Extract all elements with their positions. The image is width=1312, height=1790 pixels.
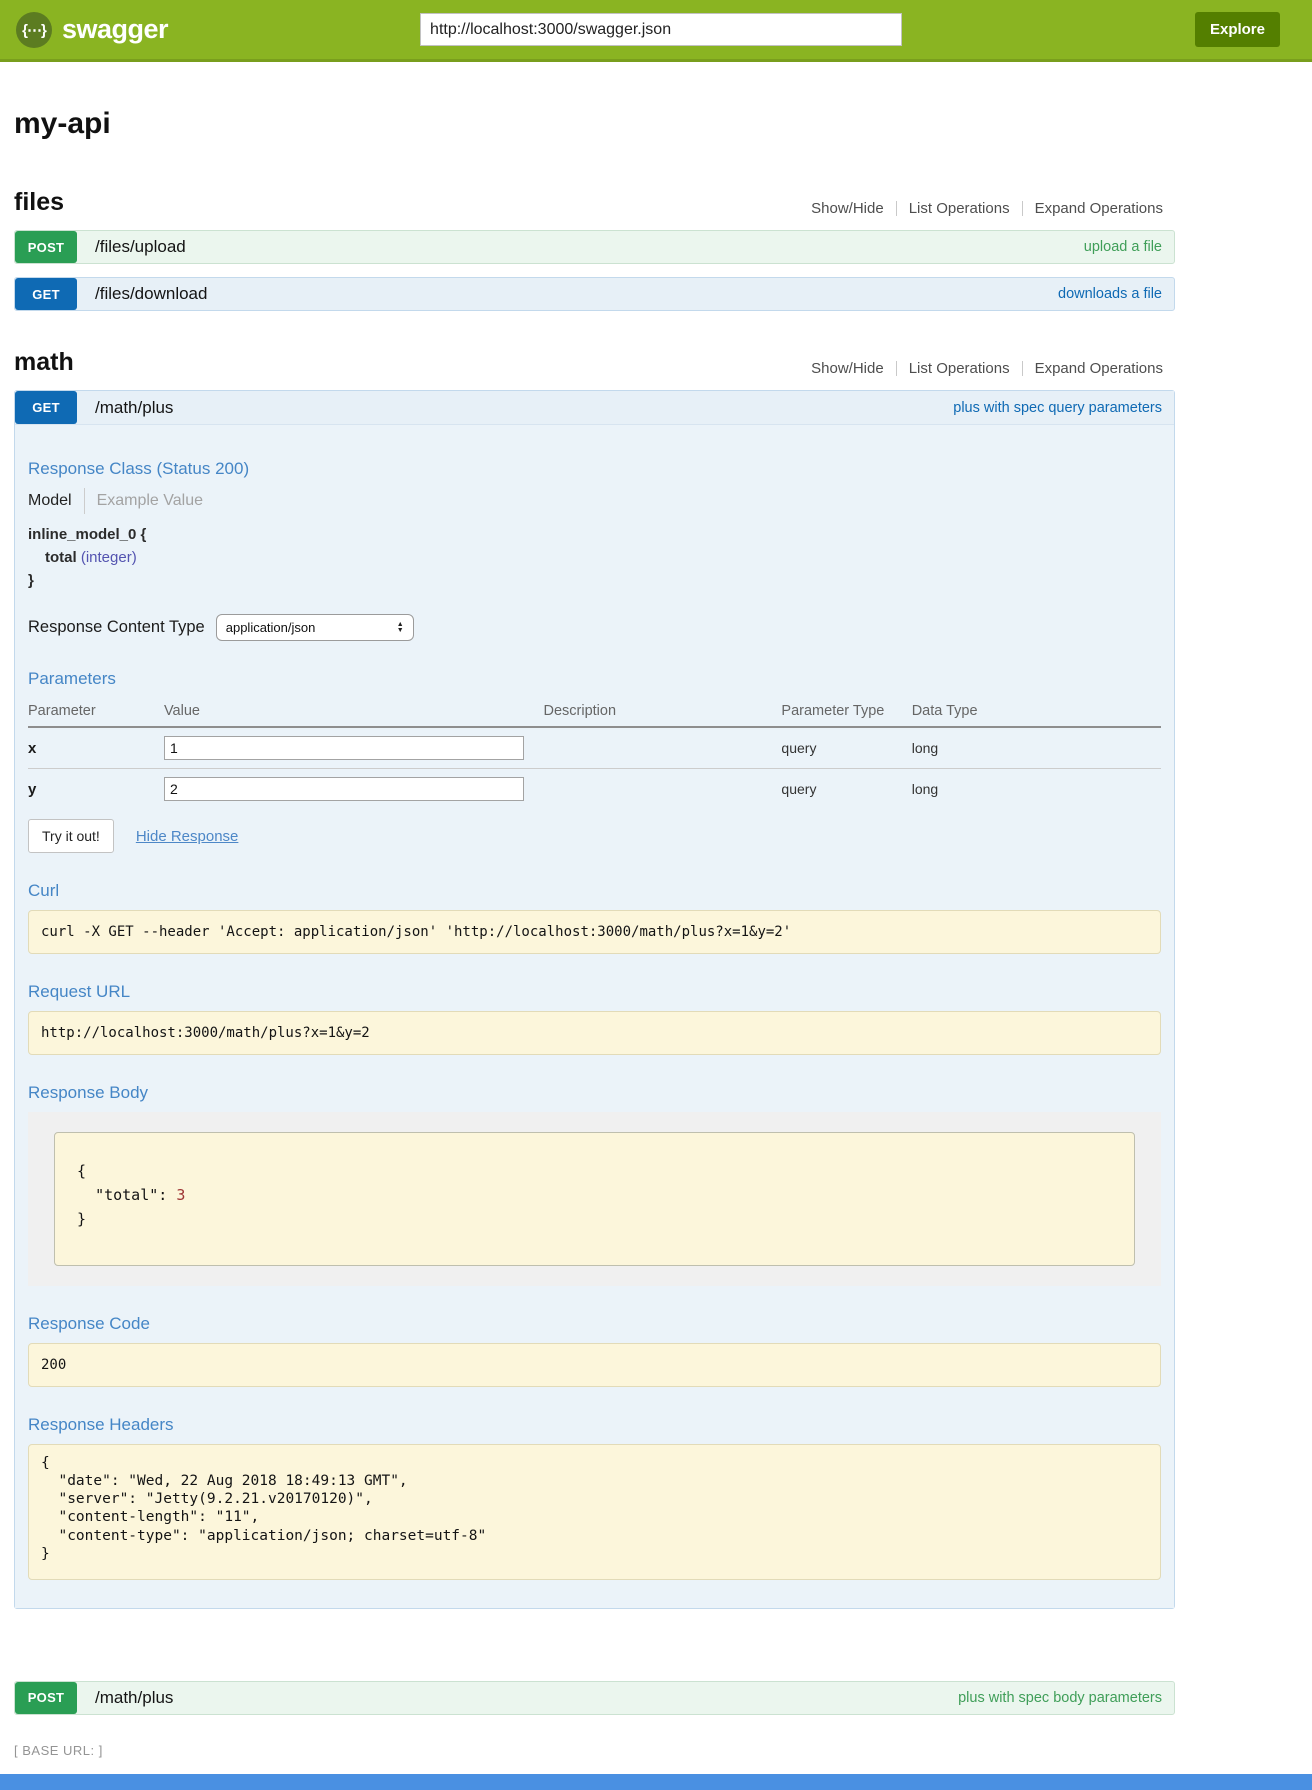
select-arrows-icon	[397, 622, 404, 634]
data-type-cell: long	[912, 769, 1161, 810]
files-show-hide-link[interactable]: Show/Hide	[811, 200, 884, 217]
section-math: math Show/Hide List Operations Expand Op…	[14, 348, 1175, 1715]
col-parameter: Parameter	[28, 698, 164, 727]
page-title: my-api	[14, 107, 1175, 141]
try-it-out-button[interactable]: Try it out!	[28, 819, 114, 853]
model-open: inline_model_0 {	[28, 526, 1161, 543]
math-show-hide-link[interactable]: Show/Hide	[811, 360, 884, 377]
spec-url-input[interactable]	[420, 13, 902, 46]
param-type-cell: query	[781, 769, 911, 810]
param-type-cell: query	[781, 727, 911, 769]
json-number: 3	[176, 1186, 185, 1204]
request-url: http://localhost:3000/math/plus?x=1&y=2	[28, 1011, 1161, 1055]
logo-glyph: {⋯}	[22, 21, 46, 39]
operation-summary[interactable]: upload a file	[1084, 239, 1162, 255]
response-code: 200	[28, 1343, 1161, 1387]
param-name: y	[28, 769, 164, 810]
param-description-cell	[544, 769, 782, 810]
col-description: Description	[544, 698, 782, 727]
section-title-files: files	[14, 188, 64, 217]
response-content-type-row: Response Content Type application/json	[28, 614, 1161, 641]
response-content-type-label: Response Content Type	[28, 618, 205, 637]
param-row-x: x query long	[28, 727, 1161, 769]
tab-example-value[interactable]: Example Value	[97, 492, 203, 510]
get-method-badge: GET	[15, 278, 77, 310]
param-row-y: y query long	[28, 769, 1161, 810]
parameters-header-row: Parameter Value Description Parameter Ty…	[28, 698, 1161, 727]
operation-path[interactable]: /files/upload	[95, 237, 186, 257]
col-value: Value	[164, 698, 544, 727]
response-code-heading: Response Code	[28, 1314, 1161, 1334]
selected-content-type: application/json	[226, 620, 316, 635]
swagger-logo-icon: {⋯}	[16, 12, 52, 48]
response-headers: { "date": "Wed, 22 Aug 2018 18:49:13 GMT…	[28, 1444, 1161, 1580]
section-files: files Show/Hide List Operations Expand O…	[14, 188, 1175, 311]
files-list-operations-link[interactable]: List Operations	[909, 200, 1010, 217]
response-body-heading: Response Body	[28, 1083, 1161, 1103]
section-title-math: math	[14, 348, 74, 377]
operation-path[interactable]: /math/plus	[95, 1688, 173, 1708]
tab-model[interactable]: Model	[28, 492, 72, 510]
divider	[84, 488, 85, 514]
response-class-heading: Response Class (Status 200)	[28, 459, 1161, 479]
operation-summary[interactable]: downloads a file	[1058, 286, 1162, 302]
data-type-cell: long	[912, 727, 1161, 769]
model-property: total (integer)	[45, 549, 1161, 566]
parameters-heading: Parameters	[28, 669, 1161, 689]
post-method-badge: POST	[15, 231, 77, 263]
model-tabs: Model Example Value	[28, 488, 1161, 514]
hide-response-link[interactable]: Hide Response	[136, 828, 239, 845]
curl-heading: Curl	[28, 881, 1161, 901]
swagger-logo[interactable]: {⋯} swagger	[16, 12, 168, 48]
explore-button[interactable]: Explore	[1195, 12, 1280, 47]
operation-row-post-files-upload[interactable]: POST /files/upload upload a file	[14, 230, 1175, 264]
model-close: }	[28, 572, 1161, 589]
divider	[896, 361, 897, 376]
col-parameter-type: Parameter Type	[781, 698, 911, 727]
bottom-blue-bar	[0, 1774, 1312, 1790]
divider	[1022, 361, 1023, 376]
operation-path[interactable]: /math/plus	[95, 398, 173, 418]
post-method-badge: POST	[15, 1682, 77, 1714]
operation-row-post-math-plus[interactable]: POST /math/plus plus with spec body para…	[14, 1681, 1175, 1715]
col-data-type: Data Type	[912, 698, 1161, 727]
get-method-badge: GET	[15, 391, 77, 424]
operation-row-get-files-download[interactable]: GET /files/download downloads a file	[14, 277, 1175, 311]
operation-get-math-plus-expanded: GET /math/plus plus with spec query para…	[14, 390, 1175, 1609]
response-headers-heading: Response Headers	[28, 1415, 1161, 1435]
param-y-value-input[interactable]	[164, 777, 524, 801]
response-content-type-select[interactable]: application/json	[216, 614, 414, 641]
param-name: x	[28, 727, 164, 769]
divider	[896, 201, 897, 216]
model-signature: inline_model_0 { total (integer) }	[28, 526, 1161, 589]
response-body-json: { "total": 3 }	[54, 1132, 1135, 1266]
base-url-footer: [ BASE URL: ]	[14, 1743, 1312, 1758]
operation-detail-panel: Response Class (Status 200) Model Exampl…	[15, 425, 1174, 1608]
operation-path[interactable]: /files/download	[95, 284, 207, 304]
math-expand-operations-link[interactable]: Expand Operations	[1035, 360, 1163, 377]
curl-command: curl -X GET --header 'Accept: applicatio…	[28, 910, 1161, 954]
parameters-table: Parameter Value Description Parameter Ty…	[28, 698, 1161, 809]
request-url-heading: Request URL	[28, 982, 1161, 1002]
operation-summary[interactable]: plus with spec body parameters	[958, 1690, 1162, 1706]
header-bar: {⋯} swagger Explore	[0, 0, 1312, 62]
operation-row-get-math-plus[interactable]: GET /math/plus plus with spec query para…	[15, 391, 1174, 425]
math-list-operations-link[interactable]: List Operations	[909, 360, 1010, 377]
divider	[1022, 201, 1023, 216]
swagger-logo-text: swagger	[62, 14, 168, 45]
response-body-container: { "total": 3 }	[28, 1112, 1161, 1286]
param-x-value-input[interactable]	[164, 736, 524, 760]
files-expand-operations-link[interactable]: Expand Operations	[1035, 200, 1163, 217]
operation-summary[interactable]: plus with spec query parameters	[953, 400, 1162, 416]
main-content: my-api files Show/Hide List Operations E…	[14, 107, 1175, 1715]
param-description-cell	[544, 727, 782, 769]
